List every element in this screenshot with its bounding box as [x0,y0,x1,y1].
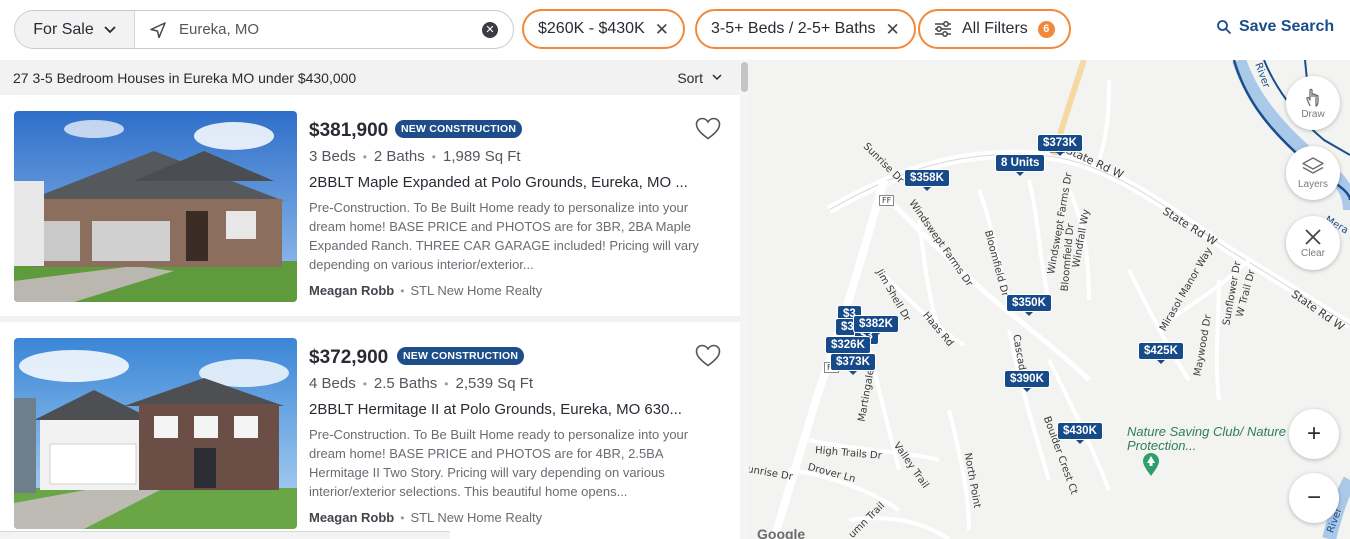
layers-label: Layers [1297,179,1328,190]
all-filters-label: All Filters [962,20,1028,37]
google-attribution: Google [757,526,806,539]
favorite-heart-icon[interactable] [695,344,721,368]
scrollbar-thumb[interactable] [741,62,748,92]
sqft: 2,539 Sq Ft [455,375,534,392]
agent-company: STL New Home Realty [410,283,543,298]
units-marker[interactable]: 8 Units [995,154,1046,176]
map-view[interactable]: State Rd W State Rd W State Rd W Sunrise… [749,60,1350,539]
sort-dropdown[interactable]: Sort [677,70,722,86]
beds-baths-filter-pill[interactable]: 3-5+ Beds / 2-5+ Baths ✕ [695,9,916,49]
beds-count: 4 Beds [309,375,356,392]
remove-price-filter-icon[interactable]: ✕ [655,21,669,38]
listing-address[interactable]: 2BBLT Hermitage II at Polo Grounds, Eure… [309,401,724,418]
price-marker[interactable]: $382K [853,315,899,337]
separator-dot: • [362,149,367,164]
top-bar: For Sale ✕ $260K - $430K ✕ 3-5+ Beds / 2… [0,0,1350,60]
separator-dot: • [400,283,405,298]
price-filter-label: $260K - $430K [538,20,645,37]
road-shield: FF [879,195,895,206]
listing-card[interactable]: $372,900 NEW CONSTRUCTION 4 Beds • 2.5 B… [0,322,740,539]
listing-type-dropdown[interactable]: For Sale [15,11,135,48]
draw-label: Draw [1301,109,1325,120]
zoom-in-button[interactable]: + [1289,409,1339,459]
beds-baths-filter-label: 3-5+ Beds / 2-5+ Baths [711,20,876,37]
price-marker[interactable]: $430K [1057,422,1103,444]
hand-draw-icon [1306,88,1319,107]
new-construction-badge: NEW CONSTRUCTION [397,347,525,365]
save-search-button[interactable]: Save Search [1216,18,1334,36]
agent-name: Meagan Robb [309,510,395,525]
listing-agent: Meagan Robb • STL New Home Realty [309,283,542,298]
close-icon [1305,229,1321,245]
chevron-down-icon [104,25,116,33]
baths-count: 2 Baths [373,148,425,165]
separator-dot: • [400,510,405,525]
agent-company: STL New Home Realty [410,510,543,525]
price-filter-pill[interactable]: $260K - $430K ✕ [522,9,685,49]
listing-price: $381,900 [309,120,389,141]
chevron-down-icon [712,74,722,81]
draw-button[interactable]: Draw [1286,76,1340,130]
all-filters-button[interactable]: All Filters 6 [918,9,1071,49]
location-arrow-icon [149,21,167,39]
price-marker[interactable]: $390K [1004,370,1050,392]
browser-status-bar [0,531,450,539]
listing-address[interactable]: 2BBLT Maple Expanded at Polo Grounds, Eu… [309,174,724,191]
location-search-input[interactable] [179,21,482,38]
remove-beds-baths-filter-icon[interactable]: ✕ [886,21,900,38]
listing-specs: 4 Beds • 2.5 Baths • 2,539 Sq Ft [309,375,533,392]
sqft: 1,989 Sq Ft [442,148,521,165]
save-search-icon [1217,20,1232,35]
save-search-label: Save Search [1239,18,1335,35]
sort-label: Sort [677,69,703,86]
listing-photo[interactable] [14,338,297,529]
layers-icon [1302,157,1324,174]
separator-dot: • [362,376,367,391]
price-marker[interactable]: $358K [904,169,950,191]
filter-count-badge: 6 [1037,20,1055,38]
clear-label: Clear [1301,248,1325,259]
results-header: 27 3-5 Bedroom Houses in Eureka MO under… [0,60,740,95]
listing-type-label: For Sale [33,20,94,38]
listing-card[interactable]: $381,900 NEW CONSTRUCTION 3 Beds • 2 Bat… [0,95,740,316]
listing-description: Pre-Construction. To Be Built Home ready… [309,427,689,499]
clear-search-icon[interactable]: ✕ [482,21,498,38]
clear-button[interactable]: Clear [1286,216,1340,270]
separator-dot: • [444,376,449,391]
new-construction-badge: NEW CONSTRUCTION [395,120,523,138]
baths-count: 2.5 Baths [373,375,438,392]
price-marker[interactable]: $373K [830,353,876,375]
separator-dot: • [431,149,436,164]
layers-button[interactable]: Layers [1286,146,1340,200]
listing-agent: Meagan Robb • STL New Home Realty [309,510,542,525]
agent-name: Meagan Robb [309,283,395,298]
price-marker[interactable]: $373K [1037,134,1083,156]
listing-photo[interactable] [14,111,297,302]
price-marker[interactable]: $350K [1006,294,1052,316]
sliders-icon [935,21,951,37]
beds-count: 3 Beds [309,148,356,165]
price-marker[interactable]: $326K [825,336,871,358]
results-summary: 27 3-5 Bedroom Houses in Eureka MO under… [13,69,357,86]
search-bar: For Sale ✕ [14,10,514,49]
listing-panel: 27 3-5 Bedroom Houses in Eureka MO under… [0,60,740,539]
park-pin-icon [1143,453,1159,476]
favorite-heart-icon[interactable] [695,117,721,141]
listing-description: Pre-Construction. To Be Built Home ready… [309,200,699,272]
listing-scrollbar[interactable] [740,60,749,539]
listing-price: $372,900 [309,347,389,368]
price-marker[interactable]: $425K [1138,342,1184,364]
zoom-out-button[interactable]: − [1289,473,1339,523]
listing-specs: 3 Beds • 2 Baths • 1,989 Sq Ft [309,148,521,165]
